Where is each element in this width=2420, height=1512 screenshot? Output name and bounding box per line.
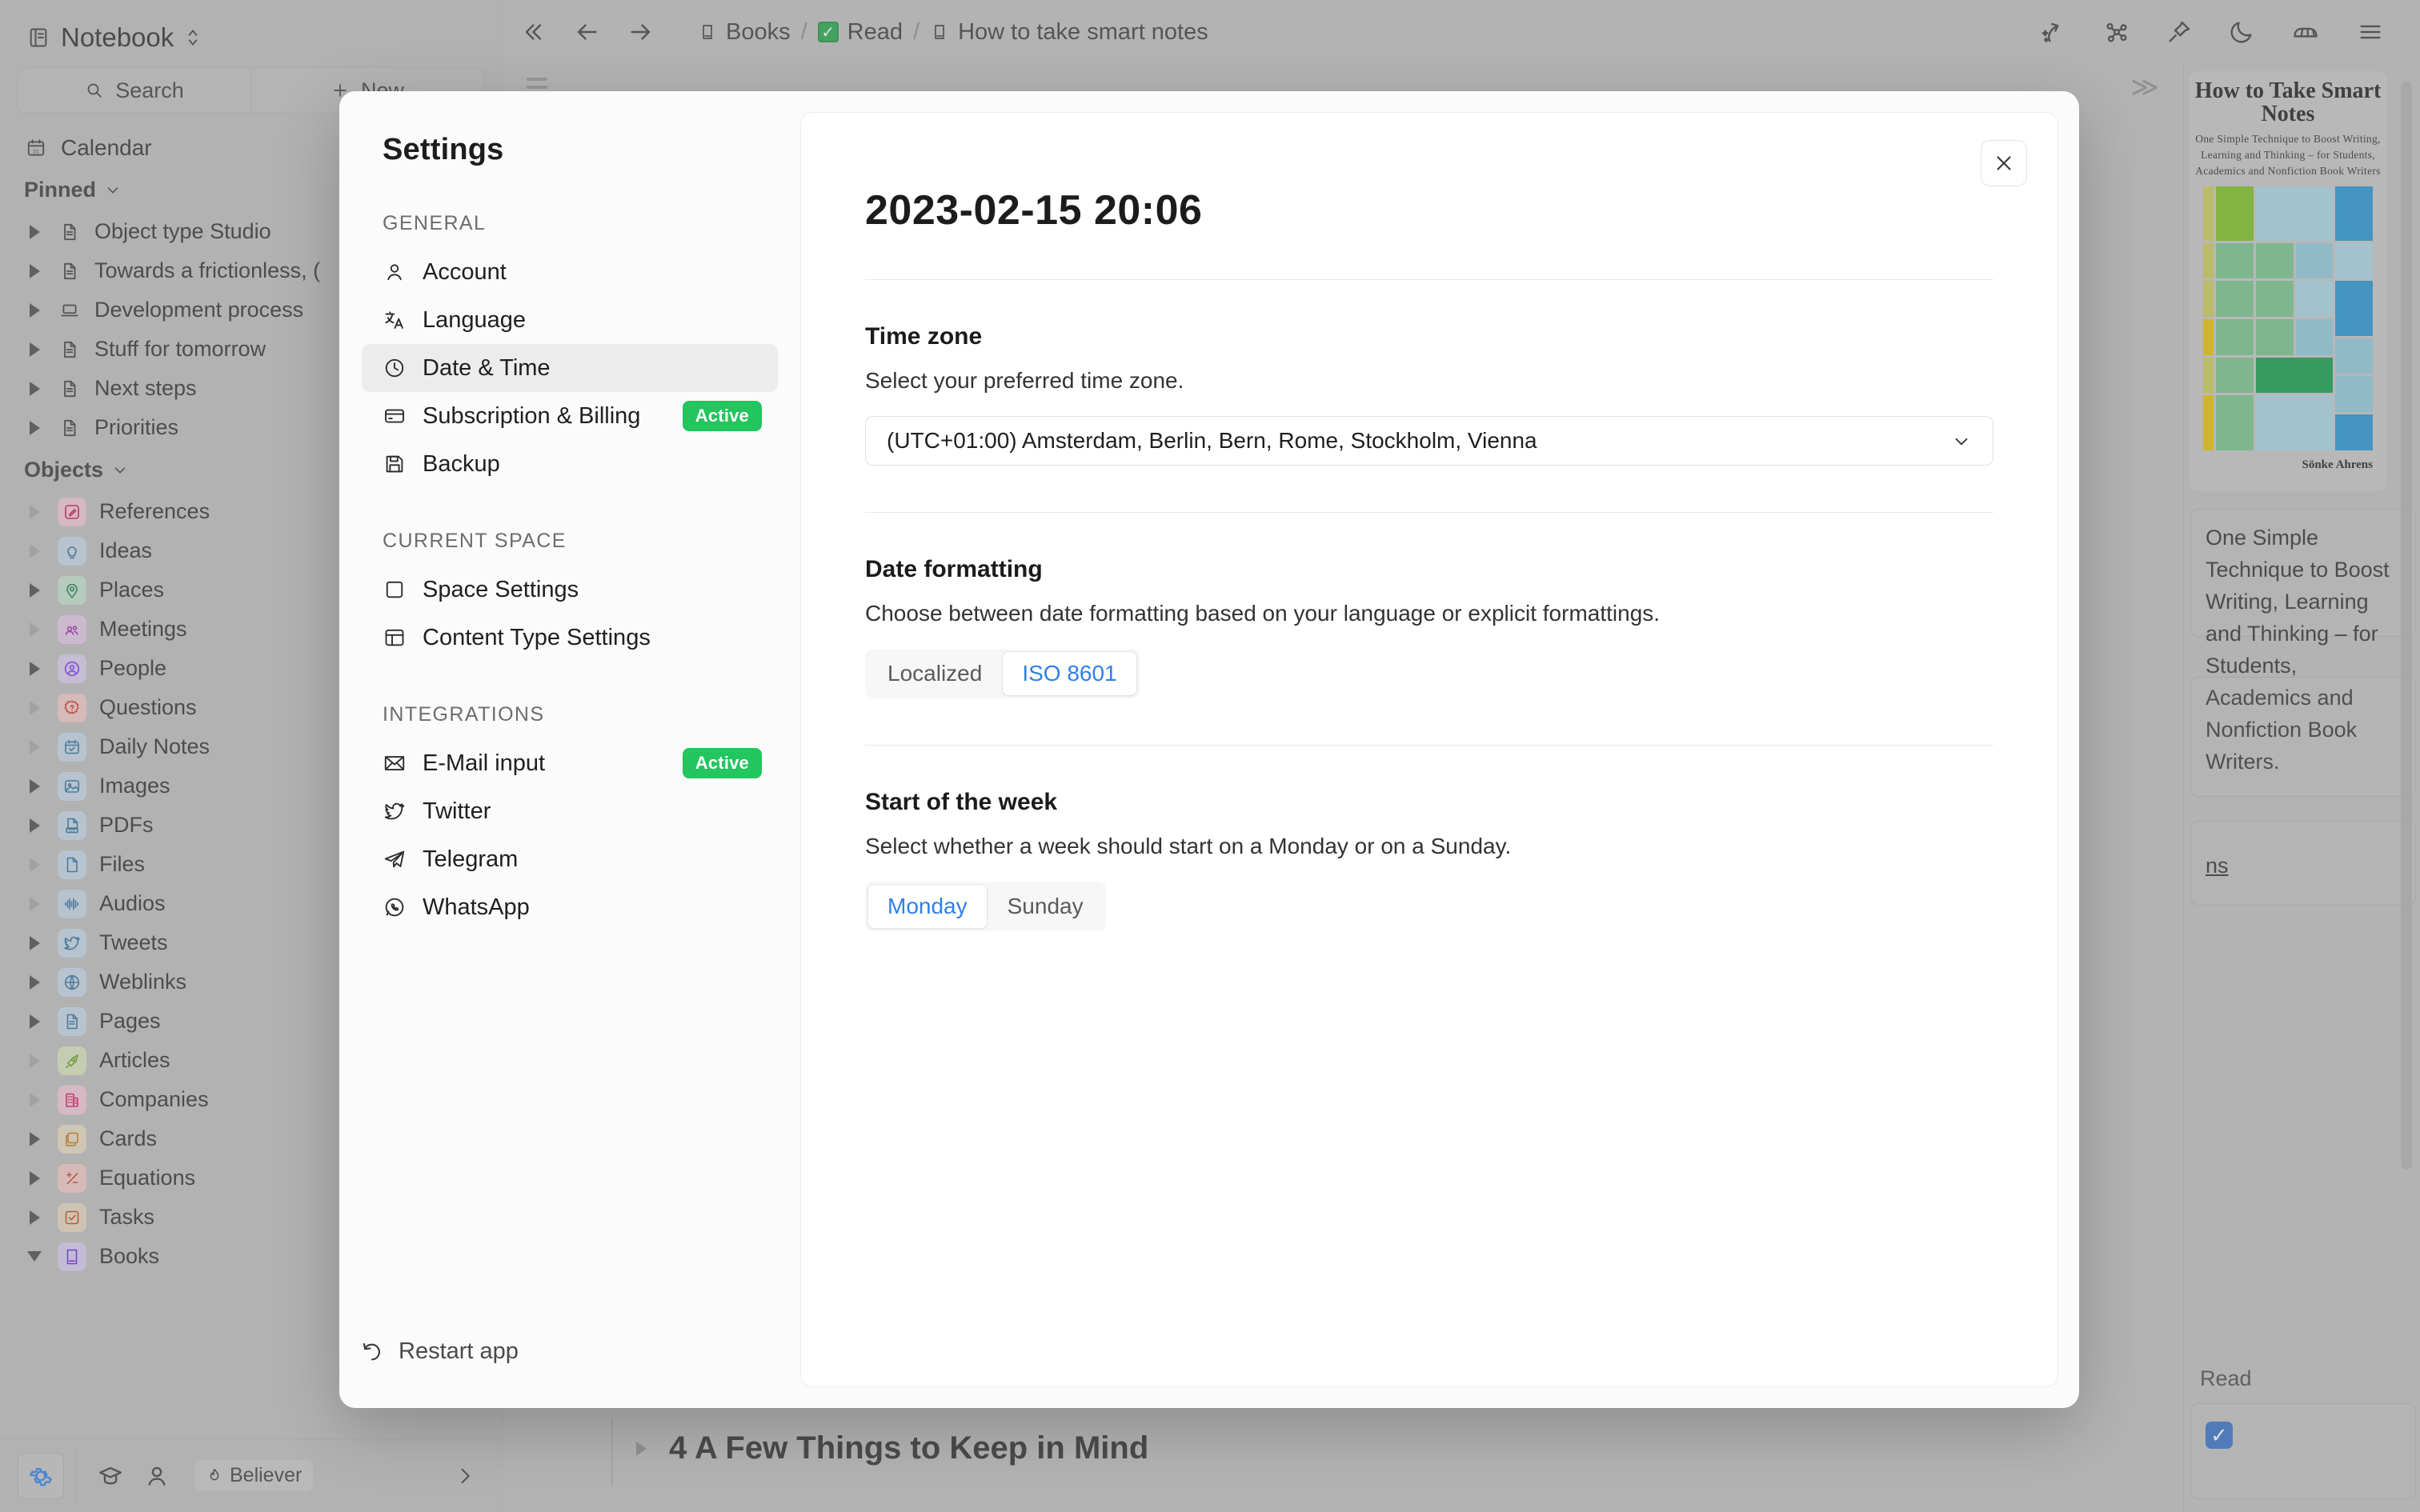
settings-nav-label: Language bbox=[423, 307, 526, 334]
translate-icon bbox=[383, 308, 407, 332]
settings-nav-item-space-settings[interactable]: Space Settings bbox=[362, 566, 778, 614]
credit-card-icon bbox=[383, 404, 407, 428]
settings-nav-label: Twitter bbox=[423, 798, 491, 825]
timezone-select[interactable]: (UTC+01:00) Amsterdam, Berlin, Bern, Rom… bbox=[865, 416, 1993, 466]
settings-nav-label: Telegram bbox=[423, 846, 518, 873]
settings-group-header: GENERAL bbox=[362, 212, 778, 235]
segmented-option-monday[interactable]: Monday bbox=[867, 884, 988, 929]
settings-nav-label: WhatsApp bbox=[423, 894, 530, 921]
segmented-option-sunday[interactable]: Sunday bbox=[988, 884, 1104, 929]
date-formatting-section: Date formatting Choose between date form… bbox=[865, 556, 1993, 698]
settings-nav-item-telegram[interactable]: Telegram bbox=[362, 835, 778, 883]
start-of-week-segmented-control: MondaySunday bbox=[865, 882, 1106, 931]
settings-nav-label: E-Mail input bbox=[423, 750, 545, 777]
timezone-selected-value: (UTC+01:00) Amsterdam, Berlin, Bern, Rom… bbox=[887, 428, 1537, 454]
settings-nav-item-backup[interactable]: Backup bbox=[362, 440, 778, 488]
divider-1 bbox=[865, 279, 1993, 280]
floppy-disk-icon bbox=[383, 452, 407, 476]
layout-icon bbox=[383, 626, 407, 650]
settings-nav-label: Content Type Settings bbox=[423, 625, 651, 651]
settings-nav-groups: GENERAL Account Language Date & Time Sub… bbox=[362, 167, 778, 931]
settings-nav-group: GENERAL Account Language Date & Time Sub… bbox=[362, 212, 778, 488]
settings-nav-label: Account bbox=[423, 259, 507, 286]
status-badge: Active bbox=[683, 401, 762, 431]
settings-group-header: CURRENT SPACE bbox=[362, 530, 778, 553]
timezone-heading: Time zone bbox=[865, 323, 1993, 350]
settings-title: Settings bbox=[362, 91, 778, 167]
app-root: Notebook Search New bbox=[0, 0, 2420, 1512]
whatsapp-icon bbox=[383, 895, 407, 919]
date-formatting-heading: Date formatting bbox=[865, 556, 1993, 583]
square-icon bbox=[383, 578, 407, 602]
settings-modal: Settings GENERAL Account Language Date &… bbox=[339, 91, 2079, 1408]
settings-nav-item-twitter[interactable]: Twitter bbox=[362, 787, 778, 835]
settings-nav-item-content-type-settings[interactable]: Content Type Settings bbox=[362, 614, 778, 662]
timezone-description: Select your preferred time zone. bbox=[865, 368, 1993, 394]
clock-icon bbox=[383, 356, 407, 380]
settings-nav-label: Subscription & Billing bbox=[423, 403, 640, 430]
settings-nav-label: Space Settings bbox=[423, 577, 579, 603]
date-formatting-segmented-control: LocalizedISO 8601 bbox=[865, 649, 1140, 698]
settings-nav-group: CURRENT SPACE Space Settings Content Typ… bbox=[362, 530, 778, 662]
divider-3 bbox=[865, 745, 1993, 746]
envelope-icon bbox=[383, 751, 407, 775]
settings-nav-group: INTEGRATIONS E-Mail inputActive Twitter … bbox=[362, 703, 778, 931]
restart-app-button[interactable]: Restart app bbox=[360, 1338, 519, 1365]
restart-icon bbox=[360, 1340, 384, 1364]
twitter-bird-icon bbox=[383, 799, 407, 823]
person-icon bbox=[383, 260, 407, 284]
settings-nav-label: Date & Time bbox=[423, 355, 551, 382]
settings-nav-item-date-time[interactable]: Date & Time bbox=[362, 344, 778, 392]
divider-2 bbox=[865, 512, 1993, 513]
settings-nav-item-e-mail-input[interactable]: E-Mail input Active bbox=[362, 739, 778, 787]
start-of-week-description: Select whether a week should start on a … bbox=[865, 834, 1993, 859]
status-badge: Active bbox=[683, 748, 762, 778]
settings-nav-item-whatsapp[interactable]: WhatsApp bbox=[362, 883, 778, 931]
start-of-week-section: Start of the week Select whether a week … bbox=[865, 789, 1993, 931]
segmented-option-localized[interactable]: Localized bbox=[867, 651, 1002, 696]
settings-nav-item-subscription-billing[interactable]: Subscription & Billing Active bbox=[362, 392, 778, 440]
settings-content-panel: 2023-02-15 20:06 Time zone Select your p… bbox=[800, 112, 2058, 1387]
restart-app-label: Restart app bbox=[399, 1338, 519, 1365]
settings-nav-label: Backup bbox=[423, 451, 500, 478]
start-of-week-heading: Start of the week bbox=[865, 789, 1993, 816]
telegram-icon bbox=[383, 847, 407, 871]
settings-group-header: INTEGRATIONS bbox=[362, 703, 778, 726]
segmented-option-iso-8601[interactable]: ISO 8601 bbox=[1002, 651, 1136, 696]
timezone-section: Time zone Select your preferred time zon… bbox=[865, 323, 1993, 466]
date-formatting-description: Choose between date formatting based on … bbox=[865, 601, 1993, 626]
close-icon[interactable] bbox=[1981, 140, 2027, 186]
chevron-down-icon bbox=[1951, 430, 1972, 451]
settings-nav-item-account[interactable]: Account bbox=[362, 248, 778, 296]
settings-nav-item-language[interactable]: Language bbox=[362, 296, 778, 344]
settings-nav: Settings GENERAL Account Language Date &… bbox=[339, 91, 800, 1408]
current-datetime: 2023-02-15 20:06 bbox=[865, 186, 1993, 234]
